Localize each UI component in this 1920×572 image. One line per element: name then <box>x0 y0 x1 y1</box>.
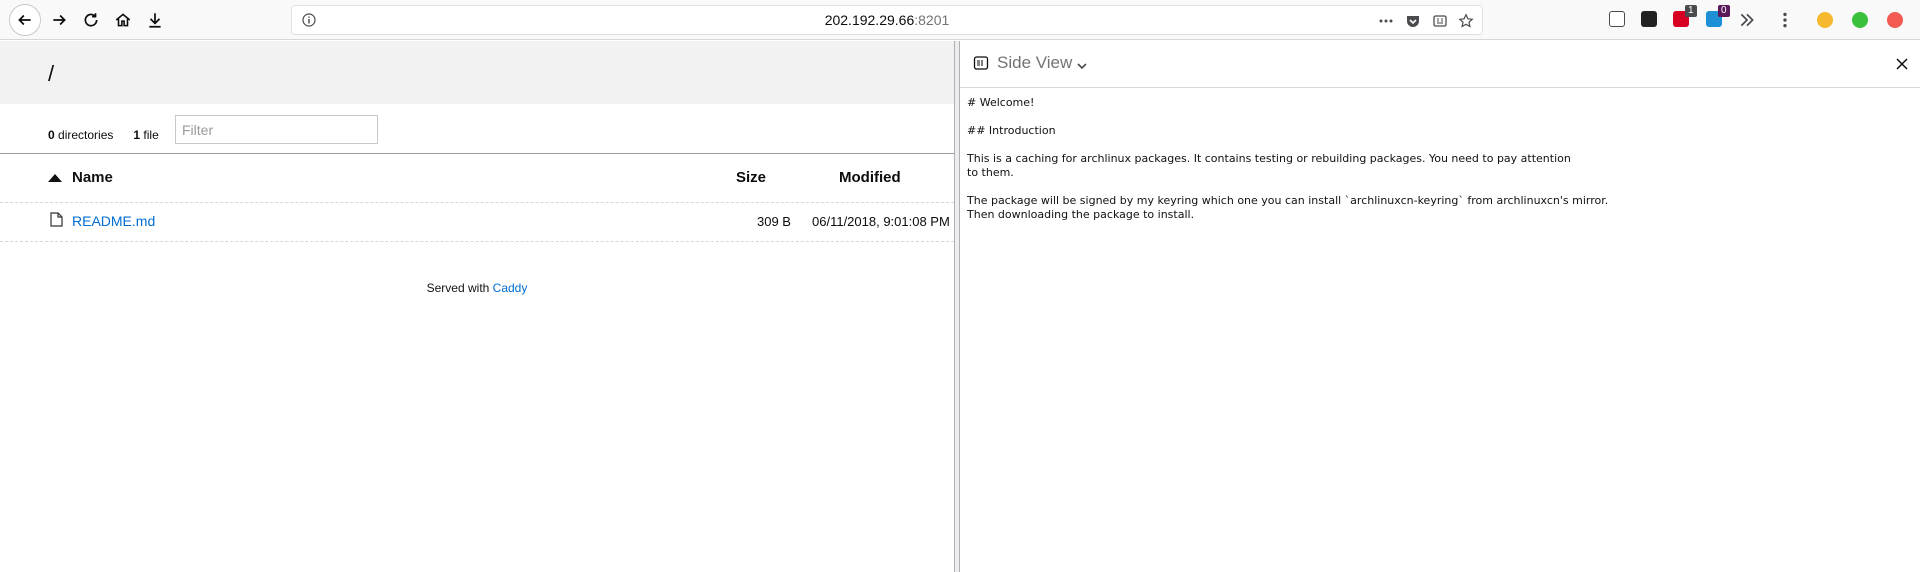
extension-badge: 1 <box>1685 5 1697 17</box>
url-port: :8201 <box>914 12 950 28</box>
download-icon <box>149 13 161 28</box>
side-view-header: Side View <box>960 41 1920 88</box>
file-count: 1 <box>133 128 141 142</box>
directory-listing-page: / 0 directories 1 file Name Size Modifie… <box>0 41 954 572</box>
row-separator <box>0 202 954 203</box>
divider <box>0 153 954 154</box>
sort-ascending-icon[interactable] <box>48 174 62 182</box>
reload-button[interactable] <box>76 5 106 35</box>
file-icon <box>50 212 63 231</box>
row-separator <box>0 241 954 242</box>
side-view-panel: Side View # Welcome! ## Introduction Thi… <box>960 41 1920 572</box>
readme-content: # Welcome! ## Introduction This is a cac… <box>967 96 1907 236</box>
home-icon <box>115 13 131 27</box>
column-header-name[interactable]: Name <box>72 169 113 186</box>
page-header: / <box>0 41 954 104</box>
pocket-icon[interactable] <box>1402 10 1424 32</box>
downloads-button[interactable] <box>140 5 170 35</box>
home-button[interactable] <box>108 5 138 35</box>
app-menu-button[interactable] <box>1770 5 1800 35</box>
bookmark-star-icon[interactable] <box>1455 10 1477 32</box>
close-icon[interactable] <box>1892 54 1912 74</box>
listing-summary: 0 directories 1 file <box>48 120 159 150</box>
url-bar[interactable]: 202.192.29.66:8201 <box>291 5 1483 35</box>
dir-count: 0 <box>48 128 55 142</box>
chevron-down-icon[interactable] <box>1076 57 1088 76</box>
back-button[interactable] <box>9 4 41 36</box>
file-size: 309 B <box>757 214 791 229</box>
double-chevron-right-icon <box>1740 13 1754 27</box>
url-text[interactable]: 202.192.29.66:8201 <box>292 12 1482 28</box>
filter-input[interactable] <box>175 115 378 144</box>
minimize-window-button[interactable] <box>1817 12 1833 28</box>
url-host: 202.192.29.66 <box>824 12 915 28</box>
readme-paragraph: This is a caching for archlinux packages… <box>967 152 1571 179</box>
footer-text: Served with <box>426 281 490 295</box>
column-header-size[interactable]: Size <box>736 169 766 186</box>
side-view-extension-icon[interactable] <box>1609 11 1625 27</box>
caddy-link[interactable]: Caddy <box>493 281 528 295</box>
reader-view-icon[interactable] <box>1429 10 1451 32</box>
arrow-right-icon <box>53 14 66 26</box>
file-link[interactable]: README.md <box>72 213 155 229</box>
readme-heading-1: # Welcome! <box>967 96 1035 109</box>
page-title: / <box>48 61 55 86</box>
readme-paragraph: The package will be signed by my keyring… <box>967 194 1609 221</box>
dir-label: directories <box>58 128 114 142</box>
file-label: file <box>143 128 159 142</box>
footer: Served with Caddy <box>0 281 954 295</box>
browser-toolbar: 202.192.29.66:8201 1 0 <box>0 0 1920 40</box>
maximize-window-button[interactable] <box>1852 12 1868 28</box>
overflow-menu-button[interactable] <box>1732 5 1762 35</box>
close-window-button[interactable] <box>1887 12 1903 28</box>
page-actions-icon[interactable] <box>1375 10 1397 32</box>
column-header-modified[interactable]: Modified <box>839 169 901 186</box>
extension-badge: 0 <box>1718 5 1730 17</box>
readme-heading-2: ## Introduction <box>967 124 1056 137</box>
containers-extension-icon[interactable] <box>1641 11 1657 27</box>
forward-button[interactable] <box>44 5 74 35</box>
arrow-left-icon <box>18 14 31 26</box>
side-view-title[interactable]: Side View <box>997 53 1072 73</box>
reload-icon <box>84 13 98 27</box>
side-view-icon <box>973 55 989 75</box>
file-modified: 06/11/2018, 9:01:08 PM <box>812 214 950 229</box>
vertical-dots-icon <box>1783 12 1787 28</box>
